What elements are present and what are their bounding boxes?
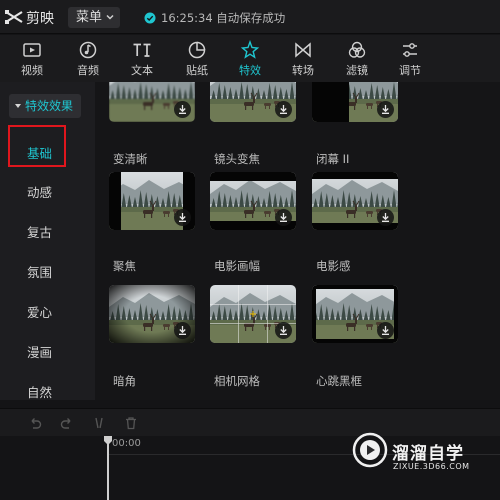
download-button[interactable] xyxy=(275,209,292,226)
download-button[interactable] xyxy=(377,209,394,226)
tab-adjust[interactable]: 调节 xyxy=(388,35,432,82)
tab-adjust-label: 调节 xyxy=(399,64,421,77)
download-icon xyxy=(179,213,186,222)
app-name: 剪映 xyxy=(26,11,54,27)
tab-video[interactable]: 视频 xyxy=(10,35,54,82)
menu-label: 菜单 xyxy=(76,10,103,25)
save-status: 16:25:34 自动保存成功 xyxy=(144,10,285,26)
effect-name-lens-zoom: 镜头变焦 xyxy=(214,152,260,166)
download-button[interactable] xyxy=(377,322,394,339)
effect-card-heartbeat-frame[interactable] xyxy=(312,285,398,343)
tab-filter-label: 滤镜 xyxy=(346,64,368,77)
text-icon xyxy=(133,43,151,57)
category-item-dynamic[interactable]: 动感 xyxy=(27,182,52,201)
split-icon[interactable] xyxy=(92,416,106,430)
watermark-title: 溜溜自学 xyxy=(392,444,464,464)
watermark-url: ZIXUE.3D66.COM xyxy=(393,462,470,471)
effect-name-focus: 聚焦 xyxy=(113,259,136,273)
video-icon xyxy=(23,43,41,57)
transition-icon xyxy=(295,42,311,58)
playhead-handle-icon[interactable] xyxy=(103,436,113,446)
download-button[interactable] xyxy=(174,101,191,118)
effect-name-camera-grid: 相机网格 xyxy=(214,374,260,388)
download-button[interactable] xyxy=(275,322,292,339)
download-icon xyxy=(280,213,287,222)
chevron-down-icon xyxy=(106,14,114,20)
tab-transition-label: 转场 xyxy=(292,64,314,77)
effect-card-focus[interactable] xyxy=(109,172,195,230)
effect-category-sidebar: 特效效果 基础 动感 复古 氛围 爱心 漫画 自然 xyxy=(0,82,95,400)
effect-card-cinematic[interactable] xyxy=(312,172,398,230)
tab-sticker[interactable]: 贴纸 xyxy=(175,35,219,82)
title-bar: 剪映 菜单 16:25:34 自动保存成功 xyxy=(0,0,500,34)
effect-name-sharpen: 变清晰 xyxy=(113,152,148,166)
tab-transition[interactable]: 转场 xyxy=(281,35,325,82)
category-item-nature[interactable]: 自然 xyxy=(27,382,52,401)
category-item-basic[interactable]: 基础 xyxy=(27,143,52,162)
tool-tabs: 视频 音频 文本 贴纸 特效 转场 滤镜 调节 xyxy=(0,35,500,82)
effect-name-curtain-close-ii: 闭幕 II xyxy=(316,152,350,166)
effect-card-vignette[interactable] xyxy=(109,285,195,343)
effect-name-vignette: 暗角 xyxy=(113,374,136,388)
effect-name-cinema-bars: 电影画幅 xyxy=(214,259,260,273)
playhead[interactable] xyxy=(107,440,109,500)
effect-card-sharpen[interactable] xyxy=(109,82,195,122)
effect-card-cinema-bars[interactable] xyxy=(210,172,296,230)
menu-button[interactable]: 菜单 xyxy=(68,7,120,28)
download-icon xyxy=(179,326,186,335)
tab-filter[interactable]: 滤镜 xyxy=(335,35,379,82)
download-button[interactable] xyxy=(377,101,394,118)
tab-audio-label: 音频 xyxy=(77,64,99,77)
tab-audio[interactable]: 音频 xyxy=(66,35,110,82)
delete-icon[interactable] xyxy=(124,416,138,430)
check-circle-icon xyxy=(144,12,156,24)
download-icon xyxy=(280,105,287,114)
effect-name-cinematic: 电影感 xyxy=(316,259,351,273)
sticker-icon xyxy=(188,41,206,59)
redo-icon[interactable] xyxy=(60,416,74,430)
timeline-toolbar xyxy=(0,408,500,436)
effects-icon xyxy=(240,40,260,59)
effect-card-camera-grid[interactable] xyxy=(210,285,296,343)
tab-video-label: 视频 xyxy=(21,64,43,77)
tab-sticker-label: 贴纸 xyxy=(186,64,208,77)
category-group-label: 特效效果 xyxy=(25,99,74,113)
download-icon xyxy=(382,213,389,222)
category-item-retro[interactable]: 复古 xyxy=(27,222,52,241)
tab-effects[interactable]: 特效 xyxy=(228,35,272,82)
tab-text-label: 文本 xyxy=(131,64,153,77)
filter-icon xyxy=(348,41,366,58)
tab-effects-label: 特效 xyxy=(239,64,261,77)
download-icon xyxy=(382,105,389,114)
app-logo-icon xyxy=(5,10,23,24)
caret-down-icon xyxy=(15,104,21,108)
download-button[interactable] xyxy=(275,101,292,118)
adjust-icon xyxy=(403,43,417,57)
download-icon xyxy=(382,326,389,335)
effect-name-heartbeat-frame: 心跳黑框 xyxy=(316,374,362,388)
category-item-atmosphere[interactable]: 氛围 xyxy=(27,262,52,281)
category-item-comic[interactable]: 漫画 xyxy=(27,342,52,361)
category-item-love[interactable]: 爱心 xyxy=(27,302,52,321)
category-group-header[interactable]: 特效效果 xyxy=(9,94,81,118)
audio-icon xyxy=(79,41,97,59)
timeline-time-label: 00:00 xyxy=(112,438,141,449)
undo-icon[interactable] xyxy=(28,416,42,430)
watermark-logo-icon xyxy=(352,432,388,468)
download-button[interactable] xyxy=(174,209,191,226)
effects-grid: 变清晰 镜头变焦 闭幕 II 聚焦 电影画幅 电影感暗角 相机网格 心跳黑框 xyxy=(95,82,500,400)
download-button[interactable] xyxy=(174,322,191,339)
tab-text[interactable]: 文本 xyxy=(120,35,164,82)
download-icon xyxy=(280,326,287,335)
effect-card-lens-zoom[interactable] xyxy=(210,82,296,122)
download-icon xyxy=(179,105,186,114)
effect-card-curtain-close-ii[interactable] xyxy=(312,82,398,122)
save-status-text: 16:25:34 自动保存成功 xyxy=(161,11,286,25)
